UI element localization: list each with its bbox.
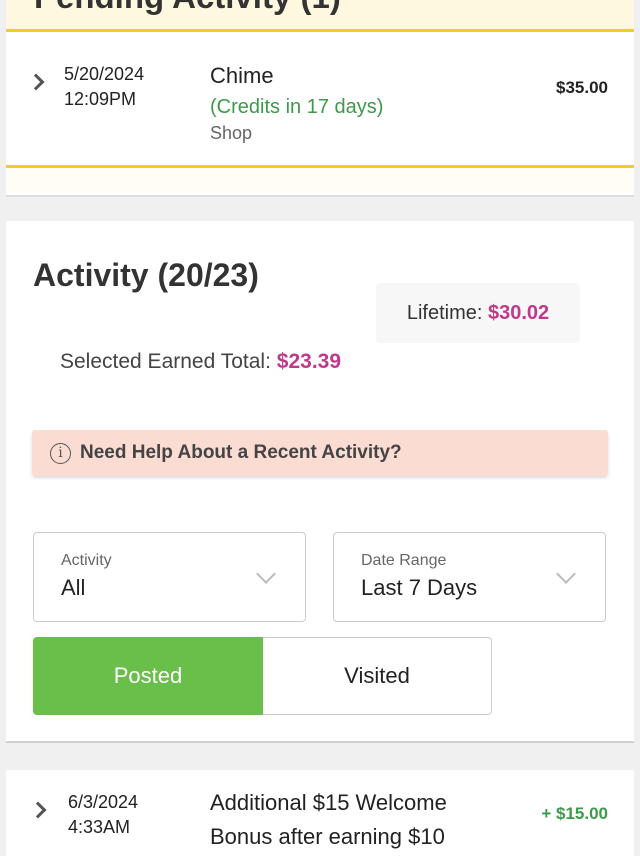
posted-date-value: 6/3/2024 — [68, 792, 139, 812]
tab-posted[interactable]: Posted — [33, 637, 263, 715]
selected-earned-total: Selected Earned Total: $23.39 — [60, 350, 341, 374]
activity-filter-label: Activity — [61, 552, 112, 569]
chevron-down-icon — [256, 564, 276, 584]
tab-visited[interactable]: Visited — [263, 637, 492, 715]
pending-activity-card: Pending Activity (1) 5/20/2024 12:09PM C… — [6, 0, 634, 197]
pending-header: Pending Activity (1) — [6, 0, 634, 32]
info-icon: i — [50, 443, 71, 464]
posted-amount: + $15.00 — [541, 804, 608, 823]
section-divider — [6, 741, 634, 743]
posted-time-value: 4:33AM — [68, 817, 131, 837]
help-text: Need Help About a Recent Activity? — [80, 442, 402, 463]
lifetime-total: Lifetime: $30.02 — [376, 283, 580, 343]
posted-transaction-row[interactable]: 6/3/2024 4:33AM Additional $15 Welcome B… — [6, 770, 634, 856]
selected-value: $23.39 — [276, 350, 342, 373]
posted-date: 6/3/2024 4:33AM — [68, 790, 138, 840]
pending-date-value: 5/20/2024 — [64, 64, 145, 84]
activity-title: Activity (20/23) — [33, 257, 259, 293]
posted-description-line1: Additional $15 Welcome — [210, 790, 447, 815]
lifetime-value: $30.02 — [487, 301, 550, 324]
selected-label: Selected Earned Total: — [60, 350, 271, 373]
pending-footer — [6, 168, 634, 193]
chevron-right-icon[interactable] — [29, 801, 47, 819]
activity-filter-select[interactable]: Activity All — [33, 532, 306, 622]
chevron-down-icon — [556, 564, 576, 584]
activity-filter-value: All — [61, 575, 86, 600]
date-range-select[interactable]: Date Range Last 7 Days — [333, 532, 606, 622]
date-range-value: Last 7 Days — [361, 575, 478, 600]
lifetime-label: Lifetime: — [406, 301, 483, 324]
posted-description-line2: Bonus after earning $10 — [210, 824, 445, 849]
chevron-right-icon[interactable] — [27, 73, 45, 91]
pending-time-value: 12:09PM — [64, 89, 137, 109]
activity-card: Activity (20/23) Lifetime: $30.02 Select… — [6, 221, 634, 741]
posted-description: Additional $15 Welcome Bonus after earni… — [210, 786, 510, 854]
pending-merchant: Chime — [210, 63, 274, 88]
pending-category: Shop — [210, 123, 253, 143]
pending-credit-note: (Credits in 17 days) — [210, 96, 384, 118]
pending-amount: $35.00 — [556, 78, 608, 97]
pending-date: 5/20/2024 12:09PM — [64, 62, 144, 112]
date-range-label: Date Range — [361, 552, 447, 569]
pending-title: Pending Activity (1) — [34, 0, 341, 16]
help-banner[interactable]: i Need Help About a Recent Activity? — [32, 430, 608, 476]
